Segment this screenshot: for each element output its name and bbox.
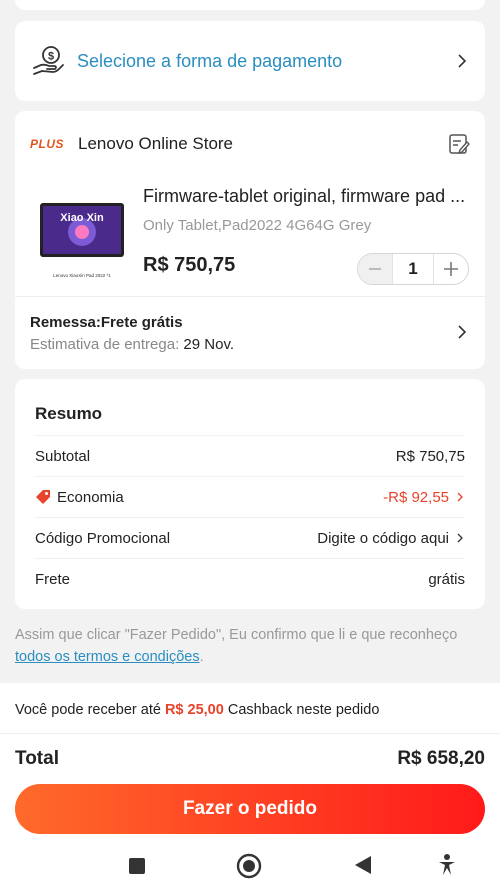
cashback-amount: R$ 25,00 (164, 702, 224, 718)
place-order-button[interactable]: Fazer o pedido (15, 784, 485, 834)
total-label: Total (15, 748, 59, 769)
terms-notice: Assim que clicar "Fazer Pedido", Eu conf… (15, 627, 458, 665)
shipping-fee-value: grátis (428, 570, 465, 588)
tablet-image: Xiao Xin Lenovo XiaoXin Pad 2022 *1 (40, 203, 124, 278)
promo-code-row[interactable]: Código Promocional Digite o código aqui (35, 517, 465, 558)
product-price: R$ 750,75 (143, 254, 236, 276)
decrease-quantity-button[interactable] (358, 254, 392, 284)
subtotal-value: R$ 750,75 (395, 447, 465, 465)
recent-apps-icon[interactable] (128, 857, 146, 875)
savings-row[interactable]: Economia -R$ 92,55 (35, 476, 465, 517)
home-icon[interactable] (236, 853, 262, 879)
minus-icon (369, 268, 381, 270)
terms-link[interactable]: todos os termos e condições (15, 649, 200, 665)
hand-coin-icon: $ (33, 46, 64, 75)
payment-method-row[interactable]: $ Selecione a forma de pagamento (15, 21, 485, 101)
cashback-notice: Você pode receber até R$ 25,00 Cashback … (15, 702, 380, 718)
promo-code-label: Código Promocional (35, 529, 171, 547)
system-navbar (0, 843, 500, 891)
payment-method-label: Selecione a forma de pagamento (77, 50, 343, 71)
thumb-brand: Xiao Xin (60, 212, 104, 224)
subtotal-label: Subtotal (35, 447, 91, 465)
delivery-estimate: Estimativa de entrega: 29 Nov. (30, 336, 234, 353)
divider (15, 296, 485, 297)
quantity-stepper: 1 (357, 253, 469, 285)
price-tag-icon (36, 490, 50, 504)
note-edit-icon[interactable] (448, 133, 470, 155)
plus-icon (444, 262, 458, 276)
accessibility-icon[interactable] (437, 853, 457, 877)
quantity-value[interactable]: 1 (392, 254, 434, 284)
previous-card (15, 0, 485, 10)
savings-value: -R$ 92,55 (383, 488, 449, 506)
plus-badge: PLUS (30, 137, 65, 151)
chevron-right-icon (458, 54, 467, 68)
store-header: PLUS Lenovo Online Store (30, 133, 470, 155)
product-thumbnail[interactable]: Xiao Xin Lenovo XiaoXin Pad 2022 *1 (33, 186, 145, 296)
store-name[interactable]: Lenovo Online Store (78, 134, 448, 154)
promo-code-input[interactable]: Digite o código aqui (317, 530, 449, 547)
thumb-caption: Lenovo XiaoXin Pad 2022 *1 (53, 273, 111, 278)
product-title[interactable]: Firmware-tablet original, firmware pad .… (143, 186, 473, 207)
back-icon[interactable] (354, 855, 372, 875)
terms-text: Assim que clicar "Fazer Pedido", Eu conf… (15, 627, 458, 643)
increase-quantity-button[interactable] (434, 254, 468, 284)
chevron-right-icon (457, 533, 463, 543)
divider (0, 733, 500, 734)
svg-text:$: $ (48, 51, 54, 63)
shipping-chevron-icon[interactable] (455, 325, 469, 339)
summary-card: Resumo Subtotal R$ 750,75 Economia -R$ 9… (15, 379, 485, 609)
chevron-right-icon (457, 492, 463, 502)
subtotal-row: Subtotal R$ 750,75 (35, 435, 465, 476)
delivery-date: 29 Nov. (183, 336, 235, 353)
shipping-fee-row: Frete grátis (35, 558, 465, 599)
summary-title: Resumo (35, 404, 103, 423)
shipping-fee-label: Frete (35, 570, 71, 588)
product-variant[interactable]: Only Tablet,Pad2022 4G64G Grey (143, 217, 371, 234)
delivery-estimate-label: Estimativa de entrega: (30, 336, 184, 353)
savings-label: Economia (57, 488, 124, 506)
checkout-bar: Você pode receber até R$ 25,00 Cashback … (0, 683, 500, 891)
store-card: PLUS Lenovo Online Store Xiao Xin Lenovo… (15, 111, 485, 369)
total-value: R$ 658,20 (397, 748, 485, 769)
shipping-title: Remessa:Frete grátis (30, 314, 183, 331)
